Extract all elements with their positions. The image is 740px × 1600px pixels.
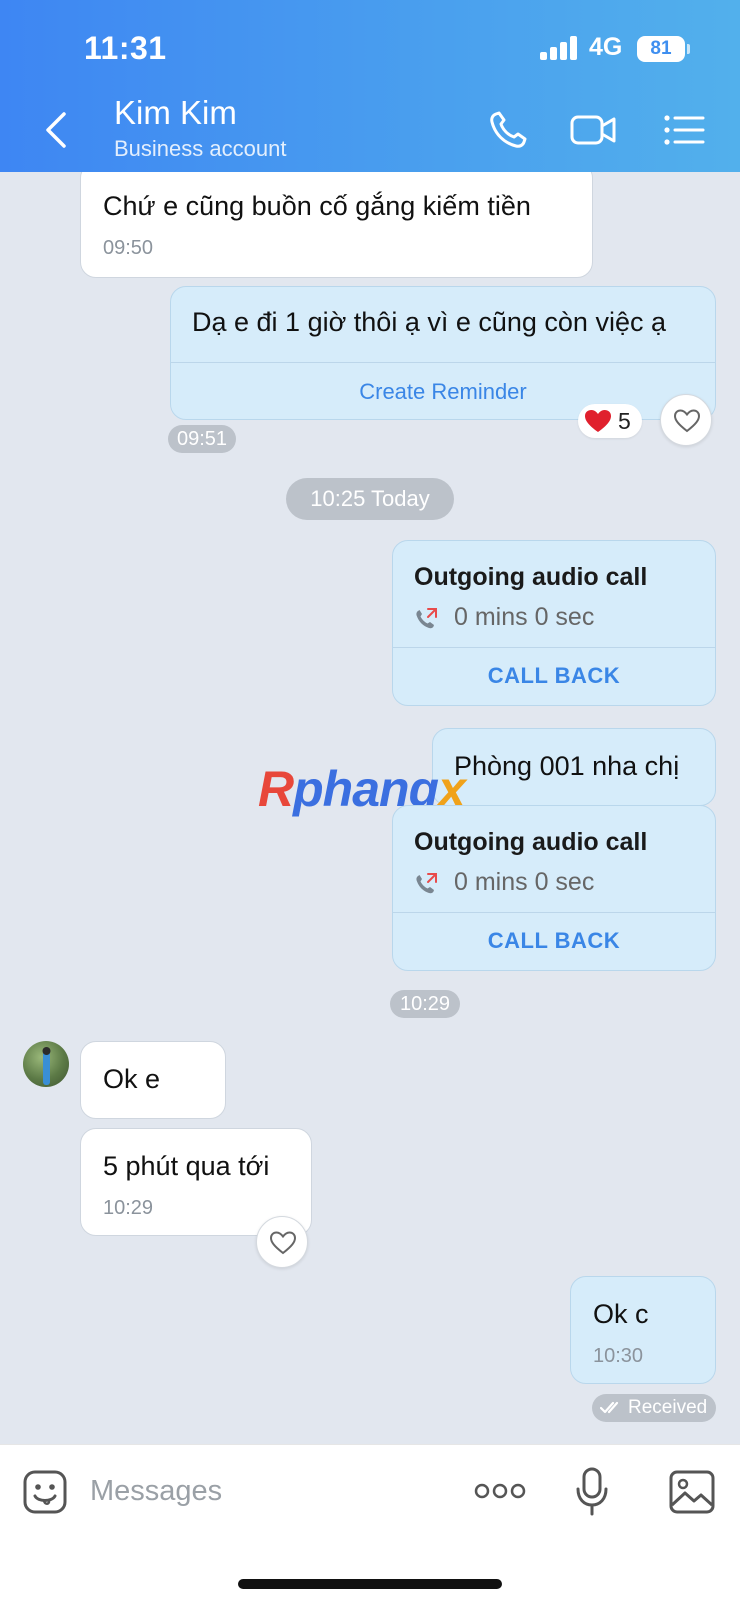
message-text: Ok e: [103, 1064, 161, 1094]
menu-list-icon[interactable]: [661, 108, 709, 152]
chat-area[interactable]: Chứ e cũng buồn cố gắng kiếm tiền 09:50 …: [0, 172, 740, 1444]
reaction-badge[interactable]: 5: [578, 404, 642, 438]
sticker-icon[interactable]: [22, 1469, 68, 1515]
react-heart-button[interactable]: [660, 394, 712, 446]
message-bubble[interactable]: Dạ e đi 1 giờ thôi ạ vì e cũng còn việc …: [170, 286, 716, 420]
message-text: 5 phút qua tới: [103, 1151, 270, 1181]
call-back-button[interactable]: CALL BACK: [393, 928, 715, 954]
video-camera-icon[interactable]: [569, 108, 617, 152]
bubble-divider: [393, 912, 715, 913]
image-icon[interactable]: [668, 1469, 716, 1515]
microphone-icon[interactable]: [574, 1467, 610, 1517]
message-time: 10:29: [103, 1197, 154, 1219]
message-composer: Messages: [0, 1444, 740, 1600]
double-check-icon: [600, 1401, 619, 1414]
message-time-pill: 09:51: [168, 425, 236, 453]
signal-icon: [540, 36, 580, 60]
message-time: 09:50: [103, 237, 154, 259]
status-time: 11:31: [84, 30, 167, 66]
outgoing-call-icon: [416, 873, 437, 894]
call-bubble[interactable]: Outgoing audio call 0 mins 0 sec CALL BA…: [392, 805, 716, 971]
day-divider: 10:25 Today: [286, 478, 454, 520]
react-heart-button[interactable]: [256, 1216, 308, 1268]
message-text: Ok c: [593, 1299, 649, 1329]
create-reminder-link[interactable]: Create Reminder: [171, 379, 715, 405]
call-duration: 0 mins 0 sec: [454, 603, 595, 631]
message-text: Phòng 001 nha chị: [454, 751, 680, 781]
message-text: Chứ e cũng buồn cố gắng kiếm tiền: [103, 191, 531, 221]
message-bubble[interactable]: Phòng 001 nha chị: [432, 728, 716, 806]
heart-icon: [585, 410, 611, 432]
message-bubble[interactable]: Ok e: [80, 1041, 226, 1119]
heart-outline-icon: [673, 409, 701, 433]
chat-header: 11:31 4G 81 Kim Kim Business account: [0, 0, 740, 172]
reaction-count: 5: [618, 408, 631, 434]
message-bubble[interactable]: Ok c 10:30: [570, 1276, 716, 1384]
phone-icon[interactable]: [486, 108, 534, 152]
battery-tip: [687, 44, 690, 54]
message-text: Dạ e đi 1 giờ thôi ạ vì e cũng còn việc …: [192, 307, 666, 337]
call-title: Outgoing audio call: [414, 563, 648, 591]
message-input[interactable]: Messages: [90, 1475, 222, 1508]
call-title: Outgoing audio call: [414, 828, 648, 856]
more-icon[interactable]: [474, 1479, 526, 1503]
home-indicator: [238, 1579, 502, 1589]
call-bubble[interactable]: Outgoing audio call 0 mins 0 sec CALL BA…: [392, 540, 716, 706]
call-duration: 0 mins 0 sec: [454, 868, 595, 896]
bubble-divider: [171, 362, 715, 363]
heart-outline-icon: [269, 1231, 297, 1255]
outgoing-call-icon: [416, 608, 437, 629]
contact-name[interactable]: Kim Kim: [114, 94, 237, 132]
battery-icon: 81: [637, 36, 685, 62]
message-time-pill: 10:29: [390, 990, 460, 1018]
message-time: 10:30: [593, 1345, 644, 1367]
contact-avatar[interactable]: [23, 1041, 69, 1087]
call-back-button[interactable]: CALL BACK: [393, 663, 715, 689]
received-label: Received: [628, 1397, 708, 1418]
bubble-divider: [393, 647, 715, 648]
avatar-photo: [42, 1047, 51, 1085]
message-bubble[interactable]: Chứ e cũng buồn cố gắng kiếm tiền 09:50: [80, 172, 593, 278]
received-status: Received: [592, 1394, 716, 1422]
network-label: 4G: [589, 33, 623, 61]
contact-subtitle: Business account: [114, 136, 287, 161]
back-chevron-icon[interactable]: [38, 108, 78, 152]
